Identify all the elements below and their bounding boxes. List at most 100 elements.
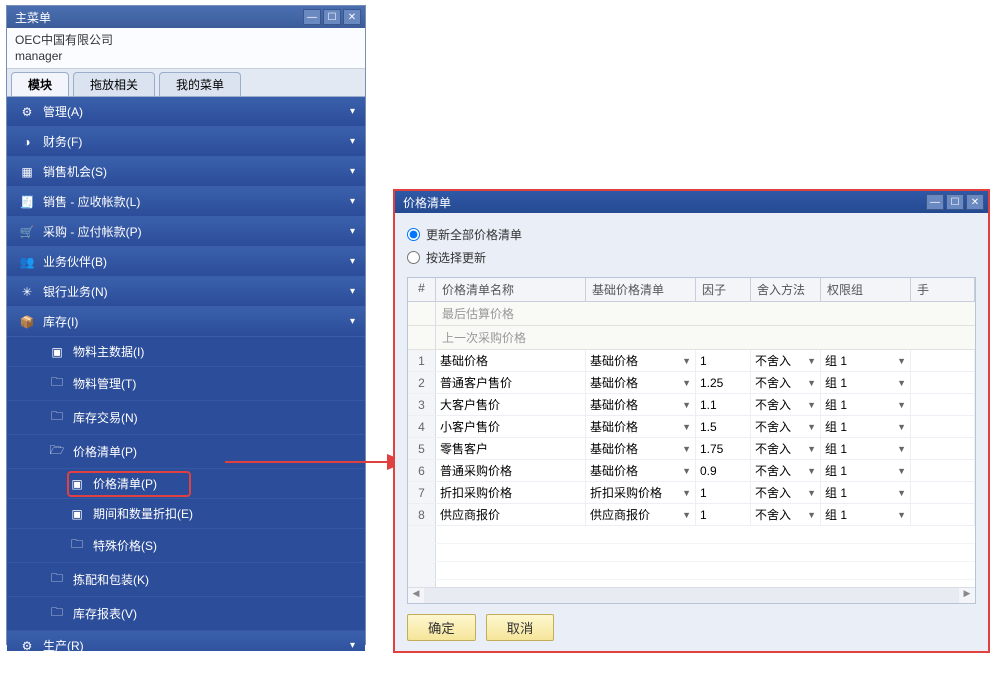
cell-base[interactable]: 基础价格▼	[586, 372, 696, 393]
dropdown-icon[interactable]: ▼	[804, 422, 816, 432]
cell-round[interactable]: 不舍入▼	[751, 416, 821, 437]
cell-name[interactable]: 普通采购价格	[436, 460, 586, 481]
menu-sales-opp[interactable]: ▦销售机会(S)▾	[7, 157, 365, 187]
cell-round[interactable]: 不舍入▼	[751, 350, 821, 371]
row-last-calc[interactable]: 最后估算价格	[408, 302, 975, 326]
cell-extra[interactable]	[911, 350, 975, 371]
cell-factor[interactable]: 1.75	[696, 438, 751, 459]
dropdown-icon[interactable]: ▼	[679, 510, 691, 520]
dropdown-icon[interactable]: ▼	[804, 466, 816, 476]
menu-production[interactable]: ⚙生产(R)▾	[7, 631, 365, 651]
dropdown-icon[interactable]: ▼	[894, 400, 906, 410]
dropdown-icon[interactable]: ▼	[804, 510, 816, 520]
col-name-header[interactable]: 价格清单名称	[436, 278, 586, 301]
cell-name[interactable]: 小客户售价	[436, 416, 586, 437]
dropdown-icon[interactable]: ▼	[679, 422, 691, 432]
col-extra-header[interactable]: 手	[911, 278, 975, 301]
dropdown-icon[interactable]: ▼	[679, 400, 691, 410]
cell-group[interactable]: 组 1▼	[821, 416, 911, 437]
cell-factor[interactable]: 1.1	[696, 394, 751, 415]
table-row[interactable]: 5零售客户基础价格▼1.75不舍入▼组 1▼	[408, 438, 975, 460]
cell-base[interactable]: 折扣采购价格▼	[586, 482, 696, 503]
close-button[interactable]: ✕	[343, 9, 361, 25]
menu-bank[interactable]: ✳银行业务(N)▾	[7, 277, 365, 307]
horizontal-scrollbar[interactable]: ◀ ▶	[408, 587, 975, 603]
cell-extra[interactable]	[911, 504, 975, 525]
cell-factor[interactable]: 1	[696, 504, 751, 525]
cell-group[interactable]: 组 1▼	[821, 394, 911, 415]
radio-update-selected[interactable]	[407, 251, 420, 264]
cell-name[interactable]: 零售客户	[436, 438, 586, 459]
cell-round[interactable]: 不舍入▼	[751, 504, 821, 525]
cell-factor[interactable]: 1	[696, 350, 751, 371]
col-factor-header[interactable]: 因子	[696, 278, 751, 301]
cell-round[interactable]: 不舍入▼	[751, 372, 821, 393]
dropdown-icon[interactable]: ▼	[804, 400, 816, 410]
cell-group[interactable]: 组 1▼	[821, 504, 911, 525]
dropdown-icon[interactable]: ▼	[894, 488, 906, 498]
tab-mymenu[interactable]: 我的菜单	[159, 72, 241, 96]
menu-pick-pack[interactable]: 🗀拣配和包装(K)	[7, 563, 365, 597]
cell-factor[interactable]: 1.25	[696, 372, 751, 393]
cell-group[interactable]: 组 1▼	[821, 350, 911, 371]
cell-factor[interactable]: 1	[696, 482, 751, 503]
cell-extra[interactable]	[911, 394, 975, 415]
radio-update-all[interactable]	[407, 228, 420, 241]
cell-group[interactable]: 组 1▼	[821, 438, 911, 459]
table-row[interactable]: 6普通采购价格基础价格▼0.9不舍入▼组 1▼	[408, 460, 975, 482]
cell-round[interactable]: 不舍入▼	[751, 460, 821, 481]
cell-base[interactable]: 供应商报价▼	[586, 504, 696, 525]
maximize-button[interactable]: ☐	[323, 9, 341, 25]
cell-round[interactable]: 不舍入▼	[751, 438, 821, 459]
cell-extra[interactable]	[911, 482, 975, 503]
col-round-header[interactable]: 舍入方法	[751, 278, 821, 301]
cell-base[interactable]: 基础价格▼	[586, 416, 696, 437]
cell-base[interactable]: 基础价格▼	[586, 438, 696, 459]
scroll-right-icon[interactable]: ▶	[959, 588, 975, 603]
cell-name[interactable]: 基础价格	[436, 350, 586, 371]
cell-base[interactable]: 基础价格▼	[586, 350, 696, 371]
dropdown-icon[interactable]: ▼	[894, 378, 906, 388]
menu-inv-report[interactable]: 🗀库存报表(V)	[7, 597, 365, 631]
dropdown-icon[interactable]: ▼	[894, 356, 906, 366]
dropdown-icon[interactable]: ▼	[679, 466, 691, 476]
menu-period-qty-discount[interactable]: ▣期间和数量折扣(E)	[7, 499, 365, 529]
menu-bp[interactable]: 👥业务伙伴(B)▾	[7, 247, 365, 277]
table-row[interactable]: 2普通客户售价基础价格▼1.25不舍入▼组 1▼	[408, 372, 975, 394]
menu-sales-ar[interactable]: 🧾销售 - 应收帐款(L)▾	[7, 187, 365, 217]
minimize-button[interactable]: —	[926, 194, 944, 210]
cancel-button[interactable]: 取消	[486, 614, 555, 641]
close-button[interactable]: ✕	[966, 194, 984, 210]
menu-inv-trans[interactable]: 🗀库存交易(N)	[7, 401, 365, 435]
scroll-track[interactable]	[424, 588, 959, 603]
dropdown-icon[interactable]: ▼	[894, 422, 906, 432]
row-last-purchase[interactable]: 上一次采购价格	[408, 326, 975, 350]
dropdown-icon[interactable]: ▼	[804, 356, 816, 366]
dropdown-icon[interactable]: ▼	[894, 510, 906, 520]
menu-item-master[interactable]: ▣物料主数据(I)	[7, 337, 365, 367]
col-group-header[interactable]: 权限组	[821, 278, 911, 301]
cell-base[interactable]: 基础价格▼	[586, 394, 696, 415]
cell-extra[interactable]	[911, 416, 975, 437]
scroll-left-icon[interactable]: ◀	[408, 588, 424, 603]
dropdown-icon[interactable]: ▼	[804, 488, 816, 498]
col-num-header[interactable]: #	[408, 278, 436, 301]
tab-drag[interactable]: 拖放相关	[73, 72, 155, 96]
menu-item-mgmt[interactable]: 🗀物料管理(T)	[7, 367, 365, 401]
cell-round[interactable]: 不舍入▼	[751, 482, 821, 503]
cell-group[interactable]: 组 1▼	[821, 372, 911, 393]
dropdown-icon[interactable]: ▼	[679, 488, 691, 498]
col-base-header[interactable]: 基础价格清单	[586, 278, 696, 301]
ok-button[interactable]: 确定	[407, 614, 476, 641]
cell-factor[interactable]: 0.9	[696, 460, 751, 481]
dropdown-icon[interactable]: ▼	[894, 466, 906, 476]
cell-group[interactable]: 组 1▼	[821, 482, 911, 503]
cell-name[interactable]: 大客户售价	[436, 394, 586, 415]
dropdown-icon[interactable]: ▼	[804, 444, 816, 454]
table-row[interactable]: 1基础价格基础价格▼1不舍入▼组 1▼	[408, 350, 975, 372]
cell-extra[interactable]	[911, 438, 975, 459]
menu-inventory[interactable]: 📦库存(I)▾	[7, 307, 365, 337]
cell-round[interactable]: 不舍入▼	[751, 394, 821, 415]
table-row[interactable]: 3大客户售价基础价格▼1.1不舍入▼组 1▼	[408, 394, 975, 416]
menu-finance[interactable]: ◑财务(F)▾	[7, 127, 365, 157]
